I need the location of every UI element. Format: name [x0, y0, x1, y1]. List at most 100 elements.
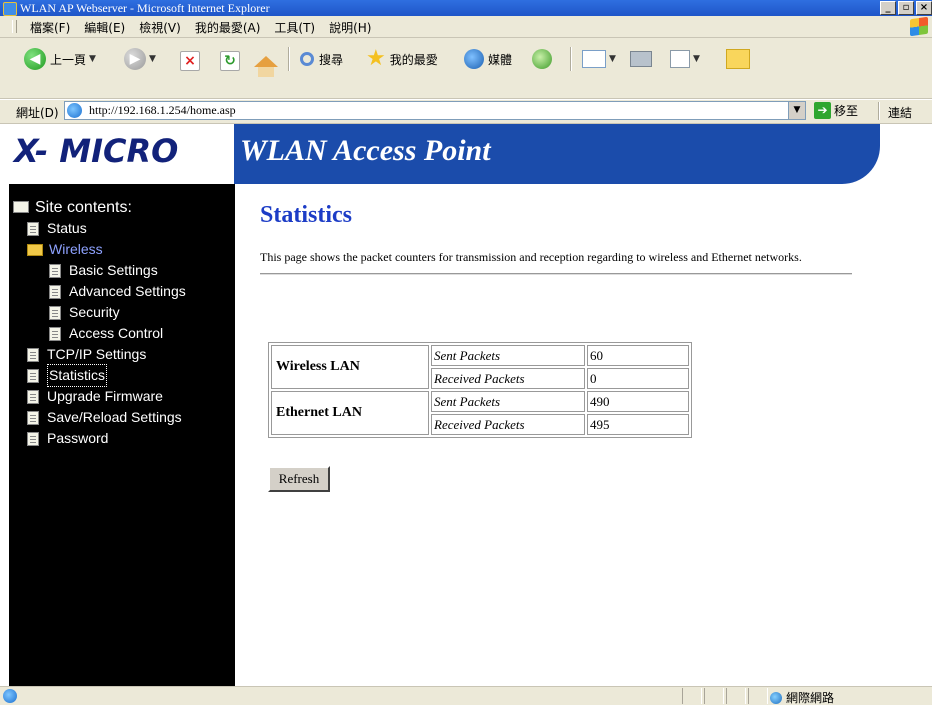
globe-icon	[770, 691, 782, 704]
sidebar-item-statistics[interactable]: Statistics	[9, 364, 186, 387]
address-dropdown-icon[interactable]: ▼	[788, 102, 805, 119]
sidebar-item-label: Basic Settings	[69, 262, 158, 278]
sidebar-item-tcpip-settings[interactable]: TCP/IP Settings	[9, 344, 186, 365]
document-icon	[49, 284, 61, 299]
print-button[interactable]	[630, 46, 652, 72]
stop-button[interactable]: ×	[180, 48, 200, 74]
sidebar-item-advanced-settings[interactable]: Advanced Settings	[9, 281, 186, 302]
sidebar-item-label: Security	[69, 304, 120, 320]
menu-favorites[interactable]: 我的最愛(A)	[195, 19, 261, 36]
group-label: Wireless LAN	[271, 345, 429, 389]
address-input[interactable]: http://192.168.1.254/home.asp ▼	[64, 101, 806, 120]
favorites-star-icon: ★	[366, 46, 386, 71]
tree-root: Site contents:	[9, 196, 186, 218]
zone-label: 網際網路	[786, 691, 835, 705]
status-pane	[748, 688, 768, 704]
toolbar-separator	[288, 47, 290, 71]
security-zone: 網際網路	[770, 689, 834, 706]
page-title: Statistics	[260, 202, 352, 228]
sidebar-item-wireless[interactable]: Wireless	[9, 239, 186, 260]
close-button[interactable]: ×	[916, 1, 932, 15]
folder-button[interactable]	[726, 46, 750, 72]
counter-label: Sent Packets	[431, 345, 585, 366]
refresh-page-button[interactable]: ↻	[220, 48, 240, 74]
group-label: Ethernet LAN	[271, 391, 429, 435]
windows-logo-icon	[910, 16, 928, 37]
window-title: WLAN AP Webserver - Microsoft Internet E…	[20, 1, 270, 15]
go-label: 移至	[834, 104, 859, 118]
document-icon	[27, 347, 39, 362]
links-button[interactable]: 連結	[888, 104, 912, 121]
search-icon	[300, 52, 314, 66]
back-button[interactable]: ◀ 上一頁 ▼	[24, 46, 96, 72]
address-bar: 網址(D) http://192.168.1.254/home.asp ▼ ➔ …	[0, 100, 932, 124]
mail-button[interactable]: ▼	[582, 46, 616, 72]
stop-icon: ×	[180, 51, 200, 71]
search-button[interactable]: 搜尋	[300, 46, 343, 72]
site-tree: Site contents: Status Wireless Basic Set…	[9, 196, 186, 449]
forward-dropdown-icon[interactable]: ▼	[149, 54, 156, 64]
toolbar-separator	[570, 47, 572, 71]
back-dropdown-icon[interactable]: ▼	[89, 54, 96, 64]
sidebar-item-label: Upgrade Firmware	[47, 388, 163, 404]
counter-value: 495	[587, 414, 689, 435]
computer-icon	[13, 201, 29, 213]
sidebar-item-password[interactable]: Password	[9, 428, 186, 449]
counter-value: 490	[587, 391, 689, 412]
sidebar-item-label: Save/Reload Settings	[47, 409, 182, 425]
edit-icon	[670, 50, 690, 68]
edit-button[interactable]: ▼	[670, 46, 700, 72]
status-bar: 網際網路	[0, 686, 932, 705]
home-icon	[254, 55, 278, 77]
document-icon	[49, 305, 61, 320]
ie-app-icon	[3, 2, 17, 16]
address-label: 網址(D)	[16, 106, 59, 120]
menu-edit[interactable]: 編輯(E)	[84, 19, 125, 36]
back-arrow-icon: ◀	[24, 48, 46, 70]
menu-tools[interactable]: 工具(T)	[274, 19, 315, 36]
document-icon	[49, 326, 61, 341]
table-row: Wireless LAN Sent Packets 60	[271, 345, 689, 389]
sidebar-item-status[interactable]: Status	[9, 218, 186, 239]
refresh-button[interactable]: Refresh	[268, 466, 330, 492]
counter-label: Sent Packets	[431, 391, 585, 412]
sidebar-item-upgrade-firmware[interactable]: Upgrade Firmware	[9, 386, 186, 407]
sidebar-item-save-reload-settings[interactable]: Save/Reload Settings	[9, 407, 186, 428]
status-pane	[726, 688, 746, 704]
edit-dropdown-icon[interactable]: ▼	[693, 54, 700, 64]
maximize-button[interactable]: ▫	[898, 1, 914, 15]
history-button[interactable]	[532, 46, 552, 72]
media-button[interactable]: 媒體	[464, 46, 512, 72]
statistics-table: Wireless LAN Sent Packets 60 Received Pa…	[268, 342, 692, 438]
sidebar-item-label: Password	[47, 430, 109, 446]
standard-toolbar: ◀ 上一頁 ▼ ▶ ▼ × ↻ 搜尋 ★ 我的最愛 媒體 ▼ ▼	[0, 38, 932, 99]
document-icon	[27, 368, 39, 383]
favorites-button[interactable]: ★ 我的最愛	[366, 46, 438, 72]
sidebar-item-basic-settings[interactable]: Basic Settings	[9, 260, 186, 281]
home-button[interactable]	[254, 48, 278, 77]
menu-grip-handle[interactable]	[12, 20, 17, 33]
table-row: Ethernet LAN Sent Packets 490	[271, 391, 689, 435]
banner-title: WLAN Access Point	[240, 134, 491, 167]
sidebar: Site contents: Status Wireless Basic Set…	[9, 184, 235, 686]
menu-file[interactable]: 檔案(F)	[30, 19, 70, 36]
links-separator	[878, 102, 880, 120]
sidebar-item-label: Status	[47, 220, 87, 236]
mail-dropdown-icon[interactable]: ▼	[609, 54, 616, 64]
ie-page-icon	[67, 103, 82, 118]
history-icon	[532, 49, 552, 69]
page-viewport: X- MICRO WLAN Access Point Site contents…	[0, 124, 932, 686]
sidebar-item-security[interactable]: Security	[9, 302, 186, 323]
title-bar: WLAN AP Webserver - Microsoft Internet E…	[0, 0, 932, 16]
go-button[interactable]: ➔ 移至	[814, 102, 858, 119]
forward-button[interactable]: ▶ ▼	[124, 46, 156, 72]
menu-help[interactable]: 說明(H)	[329, 19, 371, 36]
document-icon	[27, 389, 39, 404]
menu-bar: 檔案(F) 編輯(E) 檢視(V) 我的最愛(A) 工具(T) 說明(H)	[0, 16, 932, 38]
minimize-button[interactable]: _	[880, 1, 896, 15]
folder-icon	[726, 49, 750, 69]
sidebar-item-label: TCP/IP Settings	[47, 346, 147, 362]
menu-view[interactable]: 檢視(V)	[139, 19, 181, 36]
document-icon	[27, 410, 39, 425]
sidebar-item-access-control[interactable]: Access Control	[9, 323, 186, 344]
